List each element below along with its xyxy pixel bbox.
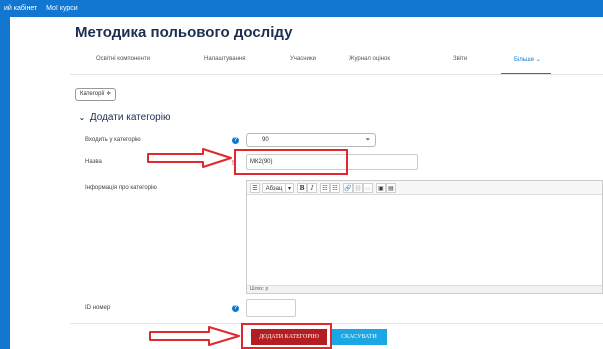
help-icon[interactable]: ? xyxy=(232,305,239,312)
unordered-list-icon[interactable]: ☷ xyxy=(320,183,330,193)
parent-category-label: Входить у категорію xyxy=(85,137,141,143)
chevron-down-icon: ⌄ xyxy=(79,115,85,122)
section-title: Додати категорію xyxy=(89,112,171,123)
file-icon[interactable]: ▤ xyxy=(386,183,396,193)
bold-icon[interactable]: B xyxy=(297,183,307,193)
category-name-label: Назва xyxy=(85,159,102,165)
tab-participants[interactable]: Учасники xyxy=(290,56,316,62)
link-icon[interactable]: 🔗 xyxy=(343,183,353,193)
select-arrows-icon: ≑ xyxy=(365,137,370,143)
image-icon[interactable]: ▣ xyxy=(376,183,386,193)
description-editor[interactable]: ☰ Абзац ▾ B I ☷ ☷ 🔗 ⛓ ▭ ▣ ▤ Шлях: p xyxy=(246,180,603,294)
italic-icon[interactable]: I xyxy=(307,183,317,193)
parent-category-select[interactable]: 90 ≑ xyxy=(246,133,376,147)
ordered-list-icon[interactable]: ☷ xyxy=(330,183,340,193)
tab-more[interactable]: Більше ⌄ xyxy=(514,56,541,63)
unlink-icon[interactable]: ⛓ xyxy=(353,183,363,193)
page-title: Методика польового досліду xyxy=(75,24,293,41)
id-number-label: ID номер xyxy=(85,305,111,311)
cancel-button[interactable]: СКАСУВАТИ xyxy=(331,329,387,345)
parent-category-value: 90 xyxy=(262,137,269,143)
id-number-input[interactable] xyxy=(246,299,296,317)
chevron-down-icon[interactable]: ▾ xyxy=(286,183,294,193)
arrow-right-icon xyxy=(147,148,232,168)
help-icon[interactable]: ? xyxy=(232,137,239,144)
left-drawer-strip xyxy=(0,17,10,349)
tab-reports[interactable]: Звіти xyxy=(453,56,467,62)
name-highlight-box xyxy=(234,149,348,175)
paragraph-style-select[interactable]: Абзац xyxy=(262,183,286,193)
add-button-highlight-box xyxy=(241,323,332,349)
tab-gradebook[interactable]: Журнал оцінок xyxy=(349,56,390,62)
toolbar-toggle-icon[interactable]: ☰ xyxy=(250,183,260,193)
tabs-divider xyxy=(70,74,603,75)
category-info-label: Інформація про категорію xyxy=(85,185,157,191)
moodle-page: ий кабінет Мої курси Методика польового … xyxy=(0,0,603,349)
editor-toolbar: ☰ Абзац ▾ B I ☷ ☷ 🔗 ⛓ ▭ ▣ ▤ xyxy=(247,181,602,195)
add-category-section-header[interactable]: ⌄ Додати категорію xyxy=(79,112,170,123)
arrow-right-icon xyxy=(149,326,240,346)
tab-settings[interactable]: Налаштування xyxy=(204,56,245,62)
top-navigation: ий кабінет Мої курси xyxy=(0,0,603,17)
media-icon[interactable]: ▭ xyxy=(363,183,373,193)
editor-path: Шлях: p xyxy=(247,285,602,293)
nav-my-courses-link[interactable]: Мої курси xyxy=(46,5,78,12)
tab-course-components[interactable]: Освітні компоненти xyxy=(96,56,150,62)
nav-dashboard-link[interactable]: ий кабінет xyxy=(4,5,37,12)
categories-select[interactable]: Категорії ≑ xyxy=(75,88,117,101)
course-tabs: Освітні компоненти Налаштування Учасники… xyxy=(70,56,590,75)
